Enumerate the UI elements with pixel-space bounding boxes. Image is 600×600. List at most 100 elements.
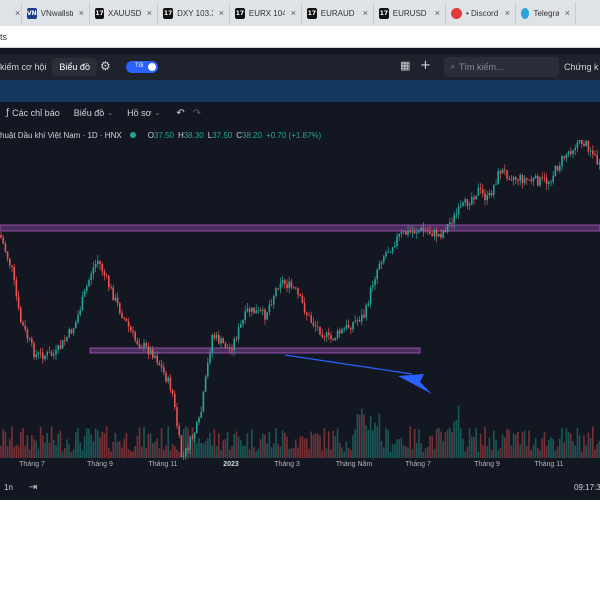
- volume-bar: [59, 430, 62, 458]
- candle-body: [257, 310, 260, 312]
- time-axis[interactable]: Tháng 7 Tháng 9 Tháng 11 2023 Tháng 3 Tháng N…: [0, 458, 600, 474]
- volume-bar: [554, 450, 557, 458]
- candle-body: [15, 279, 18, 297]
- redo-icon[interactable]: ↷: [193, 108, 201, 119]
- volume-bar: [24, 445, 26, 458]
- volume-bar: [286, 436, 288, 458]
- layout-grid-icon[interactable]: ▦: [400, 59, 416, 75]
- stocks-link[interactable]: Chứng k: [564, 62, 599, 72]
- candle-body: [504, 169, 506, 171]
- candle-body: [127, 321, 130, 327]
- volume-bar: [266, 443, 268, 458]
- gear-icon[interactable]: ⚙: [100, 59, 116, 75]
- candle-body: [477, 187, 480, 196]
- candle-body: [506, 170, 508, 179]
- candle-body: [94, 263, 97, 268]
- volume-bar: [246, 433, 249, 458]
- candle-body: [33, 343, 35, 358]
- indicators-button[interactable]: ƒ Các chỉ báo: [6, 108, 60, 118]
- browser-tab[interactable]: ×: [0, 2, 22, 24]
- nav-link-opportunities[interactable]: kiếm cơ hội: [0, 62, 46, 72]
- browser-tab[interactable]: 17 XAUUSD 2 ×: [90, 2, 158, 24]
- close-icon[interactable]: ×: [505, 8, 510, 18]
- candle-body: [31, 338, 33, 344]
- candle-body: [570, 151, 572, 154]
- close-icon[interactable]: ×: [291, 8, 296, 18]
- candle-body: [244, 311, 246, 320]
- close-icon[interactable]: ×: [147, 8, 152, 18]
- volume-bar: [317, 433, 319, 458]
- candle-body: [200, 411, 202, 418]
- volume-bar: [9, 439, 11, 458]
- volume-bar: [259, 439, 262, 458]
- candle-body: [453, 214, 455, 224]
- volume-bar: [116, 441, 119, 458]
- candle-body: [46, 352, 48, 356]
- browser-tab[interactable]: 17EURAUD 1 ×: [302, 2, 374, 24]
- volume-bar: [468, 428, 471, 458]
- browser-tab[interactable]: • Discord ×: [446, 2, 516, 24]
- volume-bar: [378, 413, 381, 458]
- candle-body: [528, 179, 530, 181]
- browser-tab[interactable]: Telegram ×: [516, 2, 576, 24]
- search-input[interactable]: [459, 62, 540, 72]
- candle-body: [585, 141, 587, 147]
- browser-tab[interactable]: VNVNwallstre ×: [22, 2, 90, 24]
- volume-bar: [482, 445, 484, 458]
- close-icon[interactable]: ×: [435, 8, 440, 18]
- change-value: +0.70 (+1.87%): [266, 130, 322, 140]
- chart-nav-button[interactable]: Biểu đồ: [52, 58, 97, 76]
- search-box[interactable]: ⌕: [444, 57, 559, 77]
- volume-bar: [75, 432, 77, 458]
- close-icon[interactable]: ×: [565, 8, 570, 18]
- volume-bar: [77, 427, 79, 458]
- candle-body: [75, 322, 77, 329]
- range-1y-button[interactable]: 1n: [4, 483, 13, 492]
- toggle-label: Tối: [135, 63, 144, 69]
- volume-bar: [94, 428, 97, 458]
- chart-menu-button[interactable]: Biểu đồ ⌄: [74, 108, 113, 118]
- volume-bar: [594, 449, 596, 458]
- volume-bar: [440, 431, 442, 458]
- volume-bar: [53, 439, 55, 458]
- candle-body: [215, 334, 218, 339]
- close-icon[interactable]: ×: [79, 8, 84, 18]
- close-icon[interactable]: ×: [219, 8, 224, 18]
- candle-body: [356, 320, 359, 321]
- volume-bar: [455, 420, 458, 458]
- volume-bar: [394, 443, 396, 458]
- candle-body: [299, 294, 301, 297]
- undo-icon[interactable]: ↶: [176, 108, 184, 119]
- symbol-description[interactable]: huật Dầu khí Việt Nam · 1D · HNX: [0, 131, 122, 140]
- indicators-label: Các chỉ báo: [12, 108, 60, 118]
- page-blank-area: [0, 500, 600, 600]
- price-chart[interactable]: FFDFFFFFFF: [0, 140, 600, 460]
- candle-body: [418, 230, 420, 233]
- volume-bar: [361, 408, 363, 458]
- candle-body: [229, 347, 231, 350]
- volume-bar: [488, 437, 491, 458]
- address-bar[interactable]: ts: [0, 26, 600, 48]
- volume-bar: [127, 449, 130, 458]
- candle-body: [57, 345, 59, 350]
- plus-icon[interactable]: +: [420, 58, 436, 74]
- volume-bar: [567, 431, 570, 458]
- goto-date-icon[interactable]: ⇥: [29, 482, 37, 493]
- candle-body: [143, 343, 145, 349]
- volume-bar: [354, 429, 356, 458]
- browser-tab[interactable]: 17 DXY 103.3 ×: [158, 2, 230, 24]
- profile-menu-button[interactable]: Hồ sơ ⌄: [127, 108, 160, 118]
- theme-toggle[interactable]: Tối: [126, 61, 158, 73]
- candle-body: [301, 296, 304, 304]
- volume-bar: [152, 443, 154, 458]
- candle-body: [237, 327, 240, 340]
- candle-body: [581, 140, 583, 144]
- browser-tab[interactable]: 17EURX 104. ×: [230, 2, 302, 24]
- candle-body: [233, 338, 235, 351]
- browser-tab[interactable]: 17EURUSD 1 ×: [374, 2, 446, 24]
- candle-body: [266, 311, 268, 320]
- close-icon[interactable]: ×: [15, 8, 20, 18]
- close-icon[interactable]: ×: [363, 8, 368, 18]
- bottom-toolbar: 1n ⇥ 09:17:3: [0, 474, 600, 500]
- time-axis-label: 2023: [223, 461, 239, 468]
